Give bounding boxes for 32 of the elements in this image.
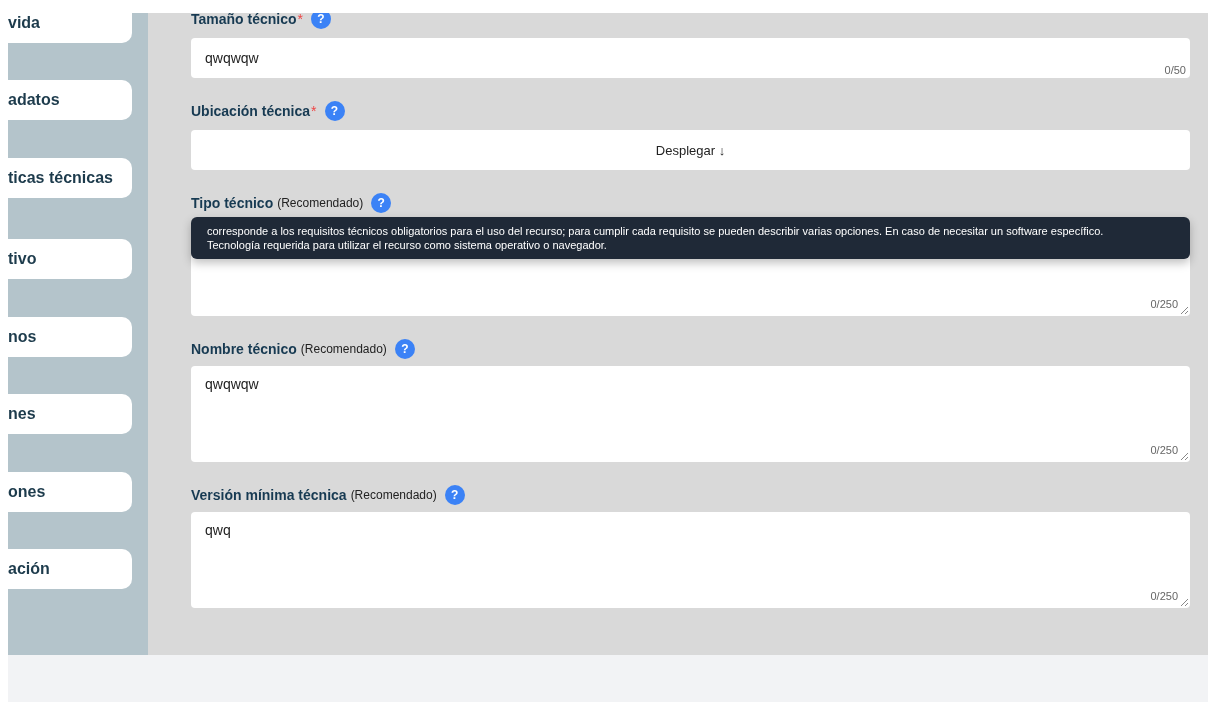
field-label: Tipo técnico bbox=[191, 195, 274, 211]
recommended-note: (Recomendado) bbox=[350, 488, 437, 502]
help-icon[interactable]: ? bbox=[311, 13, 331, 29]
resize-handle-icon[interactable] bbox=[1181, 599, 1188, 606]
required-mark: * bbox=[297, 13, 303, 27]
sidebar-item[interactable]: tivo bbox=[8, 239, 132, 279]
help-icon[interactable]: ? bbox=[371, 193, 392, 213]
help-icon[interactable]: ? bbox=[394, 339, 415, 359]
tooltip: corresponde a los requisitos técnicos obligatorios para el uso del recurso; para cumplir cada requisito se pueden describir varias opciones. En caso de necesitar un software específico. Tecnología requerida para utilizar el recurso como sistema operativo o navegador. bbox=[191, 217, 1190, 259]
sidebar-item[interactable]: nes bbox=[8, 394, 132, 434]
character-count: 0/50 bbox=[1164, 64, 1186, 76]
character-count: 0/250 bbox=[1150, 298, 1178, 310]
recommended-note: (Recomendado) bbox=[300, 342, 387, 356]
field-label: Nombre técnico bbox=[191, 341, 297, 357]
sidebar-item[interactable]: ones bbox=[8, 472, 132, 512]
sidebar-item[interactable]: adatos bbox=[8, 80, 132, 120]
sidebar-item[interactable]: ticas técnicas bbox=[8, 158, 132, 198]
character-count: 0/250 bbox=[1150, 444, 1178, 456]
character-count: 0/250 bbox=[1150, 590, 1178, 602]
help-icon[interactable]: ? bbox=[444, 485, 465, 505]
expand-button[interactable]: Desplegar ↓ bbox=[191, 130, 1190, 170]
sidebar-item[interactable]: vida bbox=[8, 13, 132, 43]
required-mark: * bbox=[311, 103, 317, 119]
field-label: Versión mínima técnica bbox=[191, 487, 347, 503]
sidebar-item[interactable]: nos bbox=[8, 317, 132, 357]
resize-handle-icon[interactable] bbox=[1181, 453, 1188, 460]
field-label: Tamaño técnico bbox=[191, 13, 297, 27]
field-label: Ubicación técnica bbox=[191, 103, 311, 119]
help-icon[interactable]: ? bbox=[324, 101, 345, 121]
recommended-note: (Recomendado) bbox=[277, 196, 364, 210]
resize-handle-icon[interactable] bbox=[1181, 307, 1188, 314]
sidebar-item[interactable]: ación bbox=[8, 549, 132, 589]
